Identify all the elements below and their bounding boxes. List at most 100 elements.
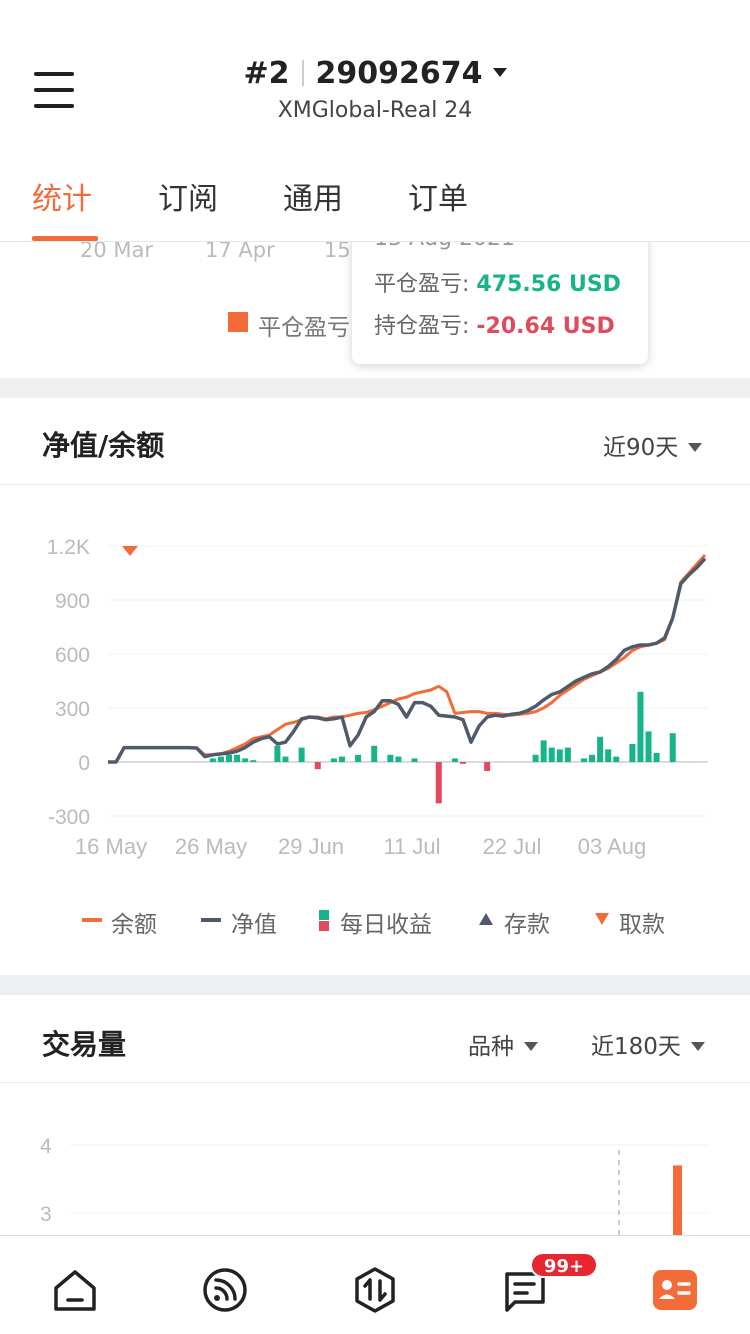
pnl-legend-label: 平仓盈亏 — [258, 315, 350, 341]
account-separator — [301, 60, 304, 86]
deposit-triangle-icon — [479, 913, 493, 925]
daily-pnl-bar — [669, 733, 676, 762]
tooltip-floating-value: -20.64 USD — [476, 314, 615, 339]
y-tick-label: 3 — [40, 1203, 52, 1226]
daily-pnl-bar — [435, 762, 442, 804]
daily-pnl-bar — [613, 756, 620, 762]
tooltip-floating-pnl: 持仓盈亏: -20.64 USD — [374, 308, 615, 340]
volume-bar — [673, 1165, 682, 1236]
daily-pnl-bar — [226, 754, 233, 762]
equity-line — [108, 557, 707, 764]
daily-pnl-bar — [653, 753, 660, 762]
daily-pnl-bar — [234, 754, 241, 762]
withdrawal-triangle-icon — [595, 913, 609, 925]
tab-bar: 统计 订阅 通用 订单 — [0, 140, 750, 242]
tooltip-floating-label: 持仓盈亏: — [374, 314, 470, 339]
daily-pnl-bar — [605, 749, 612, 762]
tab-subscribe[interactable]: 订阅 — [158, 174, 218, 218]
daily-pnl-bar — [532, 754, 539, 762]
daily-pnl-bar — [395, 756, 402, 762]
home-icon[interactable] — [51, 1266, 99, 1314]
volume-symbol-label: 品种 — [468, 1034, 514, 1060]
daily-pnl-bar — [314, 762, 321, 770]
equity-range-label: 近90天 — [603, 435, 679, 461]
daily-pnl-bar — [387, 754, 394, 762]
daily-pnl-bar — [589, 754, 596, 762]
section-header-divider — [0, 484, 750, 485]
chevron-down-icon — [492, 68, 507, 77]
daily-pnl-bar — [580, 758, 587, 762]
daily-pnl-bar — [274, 745, 281, 762]
daily-pnl-bar — [330, 758, 337, 762]
daily-pnl-bar — [451, 758, 458, 762]
volume-chart[interactable]: 43 — [0, 1084, 750, 1236]
daily-pnl-bar — [209, 758, 216, 762]
equity-section-title: 净值/余额 — [42, 429, 165, 462]
account-card-icon[interactable] — [651, 1266, 699, 1314]
section-header-divider — [0, 1082, 750, 1083]
volume-range-label: 近180天 — [591, 1034, 681, 1060]
pnl-tooltip: 13 Aug 2021 平仓盈亏: 475.56 USD 持仓盈亏: -20.6… — [352, 222, 648, 364]
account-index: #2 — [243, 56, 290, 91]
y-tick-label: -300 — [48, 806, 90, 829]
chevron-down-icon — [690, 1042, 705, 1051]
daily-pnl-bar — [371, 745, 378, 762]
legend-swatch-profit — [319, 910, 329, 920]
y-tick-label: 4 — [40, 1135, 52, 1158]
tab-general[interactable]: 通用 — [283, 174, 343, 218]
tab-statistics[interactable]: 统计 — [32, 174, 92, 218]
equity-chart[interactable]: 1.2K 900 600 300 0 -300 16 May 26 May 29 Jun 11 J… — [0, 486, 750, 876]
section-divider — [0, 975, 750, 995]
daily-pnl-bar — [484, 762, 491, 771]
equity-range-select[interactable]: 近90天 — [603, 428, 703, 462]
daily-pnl-bar — [282, 756, 289, 762]
daily-pnl-bar — [242, 758, 249, 762]
x-tick-label: 16 May — [75, 834, 147, 859]
y-tick-label: 1.2K — [47, 536, 90, 559]
y-tick-label: 300 — [55, 698, 90, 721]
legend-label-withdrawal: 取款 — [619, 912, 665, 938]
tab-orders[interactable]: 订单 — [408, 174, 468, 218]
x-tick-label: 03 Aug — [578, 834, 647, 859]
account-number: 29092674 — [315, 56, 483, 91]
notification-badge: 99+ — [530, 1252, 598, 1278]
legend-label-balance: 余额 — [111, 912, 157, 938]
app-header: #2 29092674 XMGlobal-Real 24 — [0, 0, 750, 140]
trade-icon[interactable] — [351, 1266, 399, 1314]
daily-pnl-bar — [556, 749, 563, 762]
pnl-legend-swatch — [228, 312, 248, 332]
daily-pnl-bar — [548, 747, 555, 762]
daily-pnl-bar — [540, 740, 547, 762]
y-tick-label: 900 — [55, 590, 90, 613]
feed-icon[interactable] — [201, 1266, 249, 1314]
daily-pnl-bar — [597, 736, 604, 762]
legend-line-balance — [82, 918, 102, 922]
x-tick-label: 29 Jun — [278, 834, 344, 859]
legend-label-deposit: 存款 — [504, 912, 550, 938]
legend-line-equity — [201, 918, 221, 922]
bottom-navigation — [0, 1235, 750, 1334]
daily-pnl-bar — [338, 756, 345, 762]
daily-pnl-bar — [411, 758, 418, 762]
legend-swatch-loss — [319, 921, 329, 931]
tooltip-closed-pnl: 平仓盈亏: 475.56 USD — [374, 266, 621, 298]
account-switcher[interactable]: #2 29092674 — [0, 56, 750, 91]
legend-label-equity: 净值 — [231, 912, 277, 938]
y-tick-label: 600 — [55, 644, 90, 667]
daily-pnl-bar — [298, 747, 305, 762]
server-name: XMGlobal-Real 24 — [277, 98, 473, 123]
daily-pnl-bar — [355, 754, 362, 762]
tooltip-closed-label: 平仓盈亏: — [374, 272, 470, 297]
daily-pnl-bar — [250, 760, 257, 762]
daily-pnl-bar — [217, 756, 224, 762]
daily-pnl-bar — [459, 762, 466, 764]
volume-symbol-select[interactable]: 品种 — [468, 1027, 538, 1061]
section-divider — [0, 378, 750, 398]
x-tick-label: 26 May — [175, 834, 247, 859]
tooltip-closed-value: 475.56 USD — [476, 272, 621, 297]
x-tick-label: 11 Jul — [383, 834, 440, 859]
volume-range-select[interactable]: 近180天 — [591, 1027, 705, 1061]
daily-pnl-bar — [637, 691, 644, 762]
volume-section-title: 交易量 — [42, 1028, 127, 1061]
chevron-down-icon — [524, 1042, 538, 1051]
